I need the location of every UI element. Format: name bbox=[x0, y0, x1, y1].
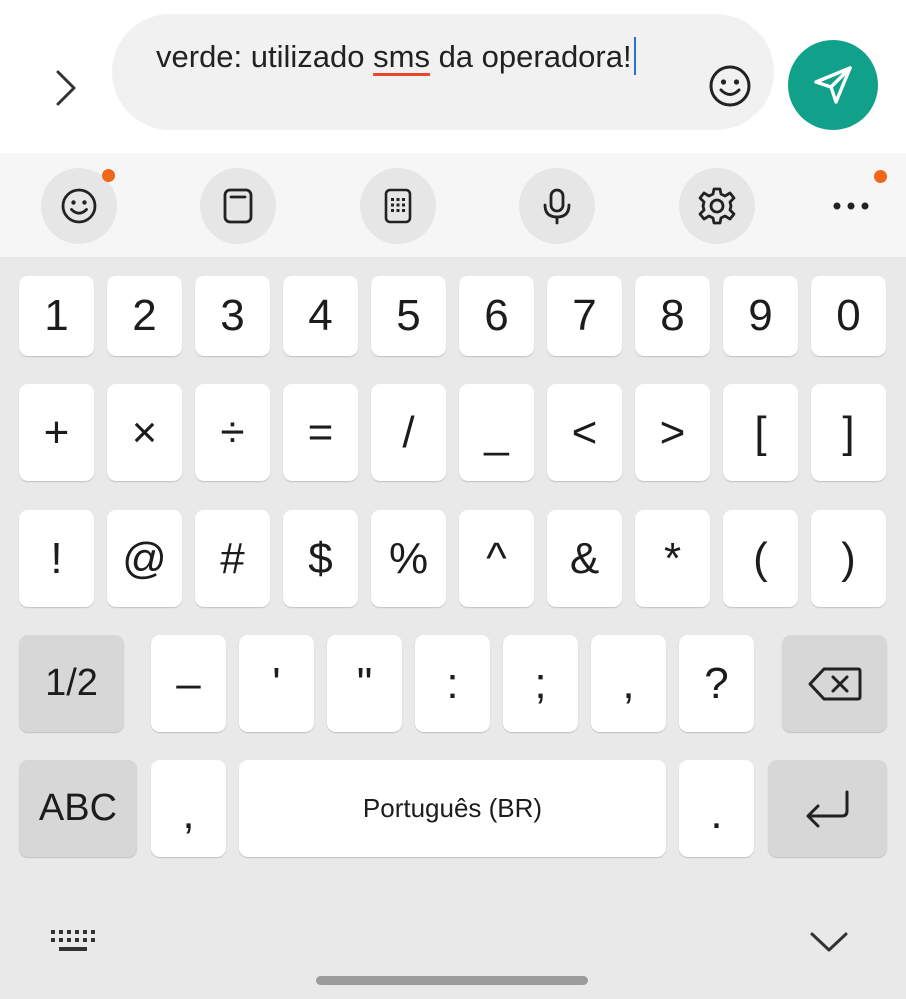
key-4[interactable]: 4 bbox=[283, 276, 358, 356]
chevron-right-icon bbox=[56, 70, 76, 106]
key-open-bracket[interactable]: [ bbox=[723, 384, 798, 481]
toolbar-settings-button[interactable] bbox=[679, 168, 755, 244]
key-comma-alt[interactable]: , bbox=[591, 635, 666, 732]
emoji-notification-dot bbox=[102, 169, 115, 182]
misspelled-word[interactable]: sms bbox=[373, 39, 430, 74]
clipboard-icon bbox=[223, 188, 253, 224]
key-less-than[interactable]: < bbox=[547, 384, 622, 481]
key-ampersand[interactable]: & bbox=[547, 510, 622, 607]
key-plus[interactable]: + bbox=[19, 384, 94, 481]
microphone-icon bbox=[543, 188, 571, 225]
emoji-button[interactable] bbox=[706, 62, 754, 110]
key-multiply[interactable]: × bbox=[107, 384, 182, 481]
key-close-paren[interactable]: ) bbox=[811, 510, 886, 607]
keyboard-toolbar bbox=[0, 153, 906, 257]
key-semicolon[interactable]: ; bbox=[503, 635, 578, 732]
key-enter[interactable] bbox=[768, 760, 887, 857]
key-abc[interactable]: ABC bbox=[19, 760, 137, 857]
toolbar-keypad-button[interactable] bbox=[360, 168, 436, 244]
backspace-icon bbox=[808, 667, 861, 700]
key-colon[interactable]: : bbox=[415, 635, 490, 732]
more-icon bbox=[833, 202, 869, 210]
hide-keyboard-button[interactable] bbox=[806, 925, 852, 959]
key-close-bracket[interactable]: ] bbox=[811, 384, 886, 481]
navigation-handle[interactable] bbox=[316, 976, 588, 985]
send-button[interactable] bbox=[788, 40, 878, 130]
message-text-after: da operadora! bbox=[429, 39, 632, 74]
settings-icon bbox=[698, 187, 736, 225]
expand-button[interactable] bbox=[36, 58, 96, 118]
key-exclamation[interactable]: ! bbox=[19, 510, 94, 607]
key-hash[interactable]: # bbox=[195, 510, 270, 607]
key-percent[interactable]: % bbox=[371, 510, 446, 607]
message-text-before: verde: utilizado bbox=[156, 39, 374, 74]
key-open-paren[interactable]: ( bbox=[723, 510, 798, 607]
key-equals[interactable]: = bbox=[283, 384, 358, 481]
key-slash[interactable]: / bbox=[371, 384, 446, 481]
toolbar-clipboard-button[interactable] bbox=[200, 168, 276, 244]
key-8[interactable]: 8 bbox=[635, 276, 710, 356]
key-period[interactable]: . bbox=[679, 760, 754, 857]
key-greater-than[interactable]: > bbox=[635, 384, 710, 481]
key-page-toggle[interactable]: 1/2 bbox=[19, 635, 124, 732]
key-dash[interactable]: – bbox=[151, 635, 226, 732]
key-underscore[interactable]: _ bbox=[459, 384, 534, 481]
key-5[interactable]: 5 bbox=[371, 276, 446, 356]
send-icon bbox=[814, 66, 852, 104]
key-6[interactable]: 6 bbox=[459, 276, 534, 356]
enter-icon bbox=[806, 790, 848, 827]
key-comma-label: , bbox=[182, 789, 195, 838]
key-asterisk[interactable]: * bbox=[635, 510, 710, 607]
keyboard-switch-button[interactable] bbox=[48, 927, 98, 957]
key-0[interactable]: 0 bbox=[811, 276, 886, 356]
chevron-down-icon bbox=[810, 932, 848, 952]
key-backspace[interactable] bbox=[782, 635, 887, 732]
text-caret bbox=[633, 37, 636, 75]
toolbar-voice-button[interactable] bbox=[519, 168, 595, 244]
message-text[interactable]: verde: utilizado sms da operadora! bbox=[156, 36, 676, 78]
compose-bar: verde: utilizado sms da operadora! bbox=[0, 0, 906, 153]
key-apostrophe[interactable]: ' bbox=[239, 635, 314, 732]
key-comma[interactable]: , bbox=[151, 760, 226, 857]
message-input[interactable]: verde: utilizado sms da operadora! bbox=[112, 14, 774, 130]
emoji-icon bbox=[61, 188, 97, 224]
keyboard-icon bbox=[51, 930, 95, 951]
key-dollar[interactable]: $ bbox=[283, 510, 358, 607]
emoji-icon bbox=[709, 65, 751, 107]
key-3[interactable]: 3 bbox=[195, 276, 270, 356]
key-divide[interactable]: ÷ bbox=[195, 384, 270, 481]
key-caret[interactable]: ^ bbox=[459, 510, 534, 607]
key-at[interactable]: @ bbox=[107, 510, 182, 607]
symbol-keyboard: 1 2 3 4 5 6 7 8 9 0 + × ÷ = / _ < > [ ] … bbox=[0, 257, 906, 999]
key-7[interactable]: 7 bbox=[547, 276, 622, 356]
key-2[interactable]: 2 bbox=[107, 276, 182, 356]
keypad-icon bbox=[384, 188, 412, 224]
key-period-label: . bbox=[710, 789, 723, 838]
key-1[interactable]: 1 bbox=[19, 276, 94, 356]
key-9[interactable]: 9 bbox=[723, 276, 798, 356]
more-notification-dot bbox=[874, 170, 887, 183]
key-space[interactable]: Português (BR) bbox=[239, 760, 666, 857]
key-quote[interactable]: " bbox=[327, 635, 402, 732]
key-question[interactable]: ? bbox=[679, 635, 754, 732]
